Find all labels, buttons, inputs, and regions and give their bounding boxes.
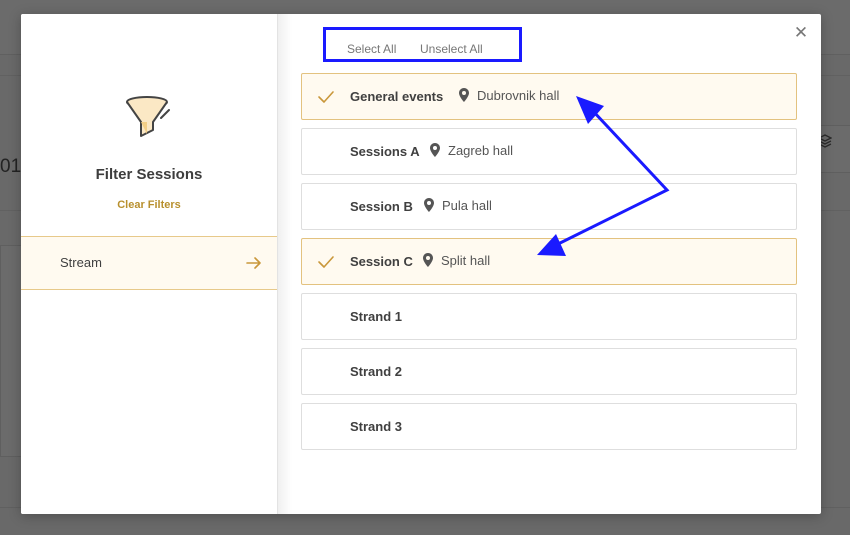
filter-sidebar: Filter Sessions Clear Filters Stream <box>21 14 278 514</box>
session-row-session-b[interactable]: Session B Pula hall <box>301 183 797 230</box>
map-pin-icon <box>459 88 469 102</box>
session-location: Split hall <box>423 253 490 268</box>
session-location: Dubrovnik hall <box>459 88 559 103</box>
map-pin-icon <box>430 143 440 157</box>
clear-filters-link[interactable]: Clear Filters <box>21 199 277 211</box>
session-location-label: Dubrovnik hall <box>477 88 560 103</box>
session-name: Strand 2 <box>350 364 403 379</box>
arrow-right-icon <box>245 254 263 272</box>
map-pin-icon <box>423 253 433 267</box>
check-icon <box>317 253 335 271</box>
session-name: Session B <box>350 199 413 214</box>
session-location: Zagreb hall <box>430 143 513 158</box>
check-icon <box>317 88 335 106</box>
session-name: Strand 3 <box>350 419 403 434</box>
session-row-sessions-a[interactable]: Sessions A Zagreb hall <box>301 128 797 175</box>
session-name: Sessions A <box>350 144 420 159</box>
session-row-strand-1[interactable]: Strand 1 <box>301 293 797 340</box>
close-icon[interactable]: ✕ <box>792 24 810 42</box>
session-row-strand-3[interactable]: Strand 3 <box>301 403 797 450</box>
session-row-session-c[interactable]: Session C Split hall <box>301 238 797 285</box>
unselect-all-button[interactable]: Unselect All <box>420 42 483 56</box>
session-name: General events <box>350 89 444 104</box>
panel-shadow <box>278 14 292 514</box>
select-all-button[interactable]: Select All <box>347 42 396 56</box>
session-location-label: Split hall <box>441 253 491 268</box>
session-row-general-events[interactable]: General events Dubrovnik hall <box>301 73 797 120</box>
session-row-strand-2[interactable]: Strand 2 <box>301 348 797 395</box>
filter-sessions-modal: Filter Sessions Clear Filters Stream ✕ S… <box>21 14 821 514</box>
session-location-label: Zagreb hall <box>448 143 514 158</box>
sidebar-item-stream[interactable]: Stream <box>21 236 277 290</box>
session-location-label: Pula hall <box>442 198 492 213</box>
sidebar-title: Filter Sessions <box>95 166 203 183</box>
map-pin-icon <box>424 198 434 212</box>
session-name: Session C <box>350 254 413 269</box>
session-location: Pula hall <box>424 198 492 213</box>
sidebar-item-label: Stream <box>60 255 102 270</box>
session-name: Strand 1 <box>350 309 403 324</box>
funnel-icon <box>125 94 173 142</box>
